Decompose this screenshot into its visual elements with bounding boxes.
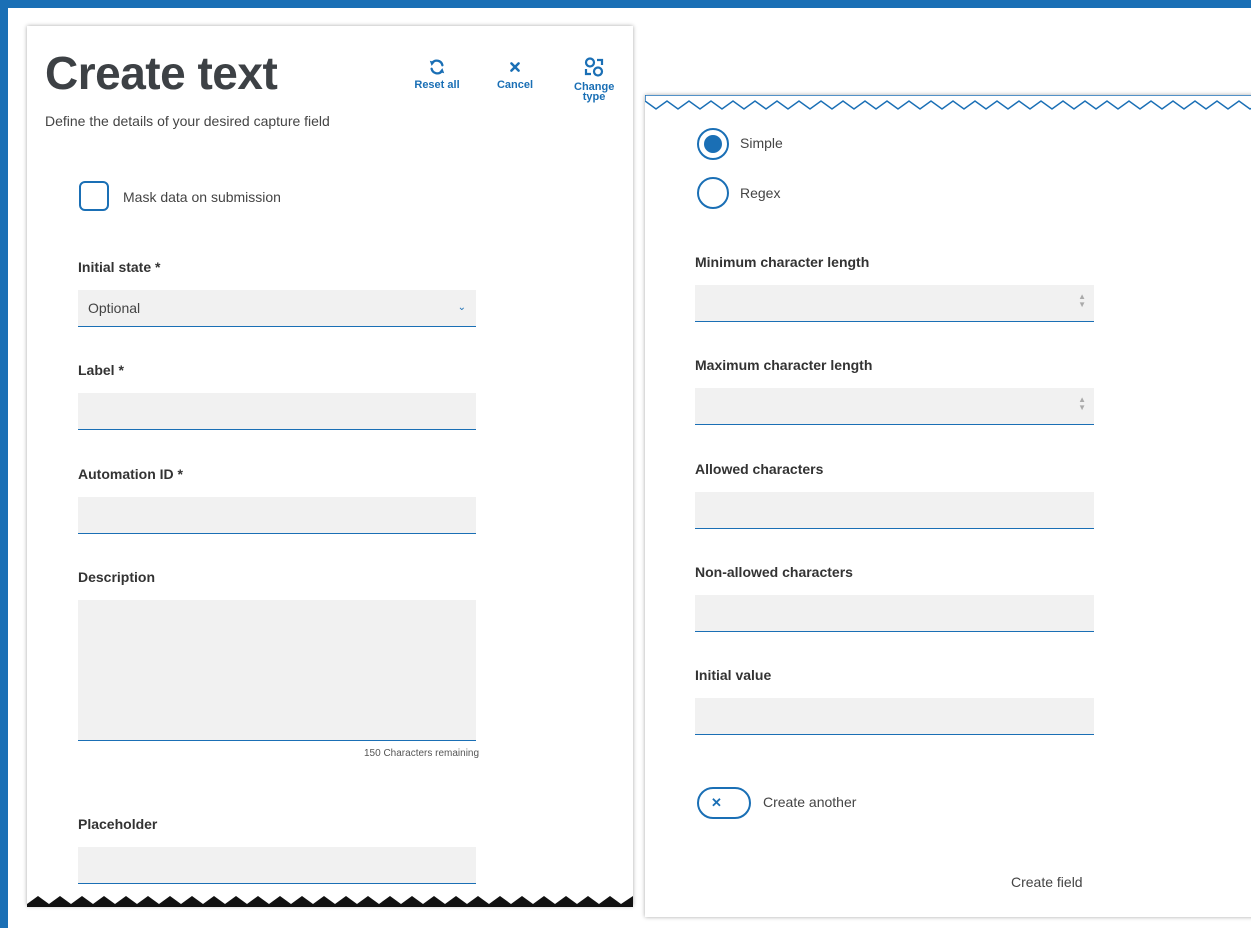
- validation-regex-radio[interactable]: [697, 177, 729, 209]
- description-counter: 150 Characters remaining: [364, 748, 480, 759]
- mask-data-checkbox[interactable]: [79, 181, 109, 211]
- non-allowed-characters-input[interactable]: [695, 595, 1094, 632]
- initial-value-input[interactable]: [695, 698, 1094, 735]
- validation-regex-label: Regex: [740, 185, 781, 201]
- close-icon: [510, 62, 520, 72]
- description-label: Description: [78, 569, 156, 585]
- spinner-arrows-icon[interactable]: ▲ ▼: [1078, 396, 1086, 412]
- initial-state-value: Optional: [88, 300, 141, 316]
- description-textarea[interactable]: [78, 600, 476, 741]
- page-title: Create text: [45, 47, 278, 99]
- torn-edge-bottom: [27, 896, 633, 907]
- page-subtitle: Define the details of your desired captu…: [45, 113, 330, 129]
- refresh-icon: [429, 59, 445, 75]
- initial-value-label: Initial value: [695, 667, 772, 683]
- create-another-label: Create another: [763, 794, 857, 810]
- create-another-toggle[interactable]: ✕: [697, 787, 751, 819]
- automation-id-input[interactable]: [78, 497, 476, 534]
- initial-state-select[interactable]: Optional ⌄: [78, 290, 476, 327]
- window-frame-top: [0, 0, 1251, 8]
- allowed-characters-label: Allowed characters: [695, 461, 824, 477]
- max-length-input[interactable]: ▲ ▼: [695, 388, 1094, 425]
- create-field-button[interactable]: Create field: [1011, 874, 1083, 890]
- change-type-button[interactable]: Change type: [569, 56, 619, 103]
- spinner-arrows-icon[interactable]: ▲ ▼: [1078, 293, 1086, 309]
- change-type-label: Change type: [574, 81, 615, 103]
- non-allowed-characters-label: Non-allowed characters: [695, 564, 853, 580]
- chevron-down-icon: ⌄: [457, 302, 466, 313]
- create-text-panel: Create text Define the details of your d…: [27, 26, 633, 907]
- torn-edge-top: [645, 95, 1251, 110]
- max-length-label: Maximum character length: [695, 357, 873, 373]
- validation-panel: Simple Regex Minimum character length ▲ ▼…: [645, 95, 1251, 917]
- allowed-characters-input[interactable]: [695, 492, 1094, 529]
- placeholder-label: Placeholder: [78, 816, 158, 832]
- min-length-input[interactable]: ▲ ▼: [695, 285, 1094, 322]
- reset-all-label: Reset all: [414, 79, 460, 91]
- cancel-button[interactable]: Cancel: [490, 58, 540, 91]
- toggle-off-icon: ✕: [711, 795, 722, 810]
- validation-simple-label: Simple: [740, 135, 783, 151]
- window-frame-left: [0, 0, 8, 928]
- automation-id-label: Automation ID *: [78, 466, 183, 482]
- initial-state-label: Initial state *: [78, 259, 161, 275]
- cancel-label: Cancel: [496, 79, 534, 91]
- reset-all-button[interactable]: Reset all: [409, 58, 465, 91]
- mask-data-label: Mask data on submission: [123, 189, 281, 205]
- swap-type-icon: [584, 57, 604, 77]
- label-field-label: Label *: [78, 362, 124, 378]
- placeholder-input[interactable]: [78, 847, 476, 884]
- validation-simple-radio[interactable]: [697, 128, 729, 160]
- label-input[interactable]: [78, 393, 476, 430]
- min-length-label: Minimum character length: [695, 254, 870, 270]
